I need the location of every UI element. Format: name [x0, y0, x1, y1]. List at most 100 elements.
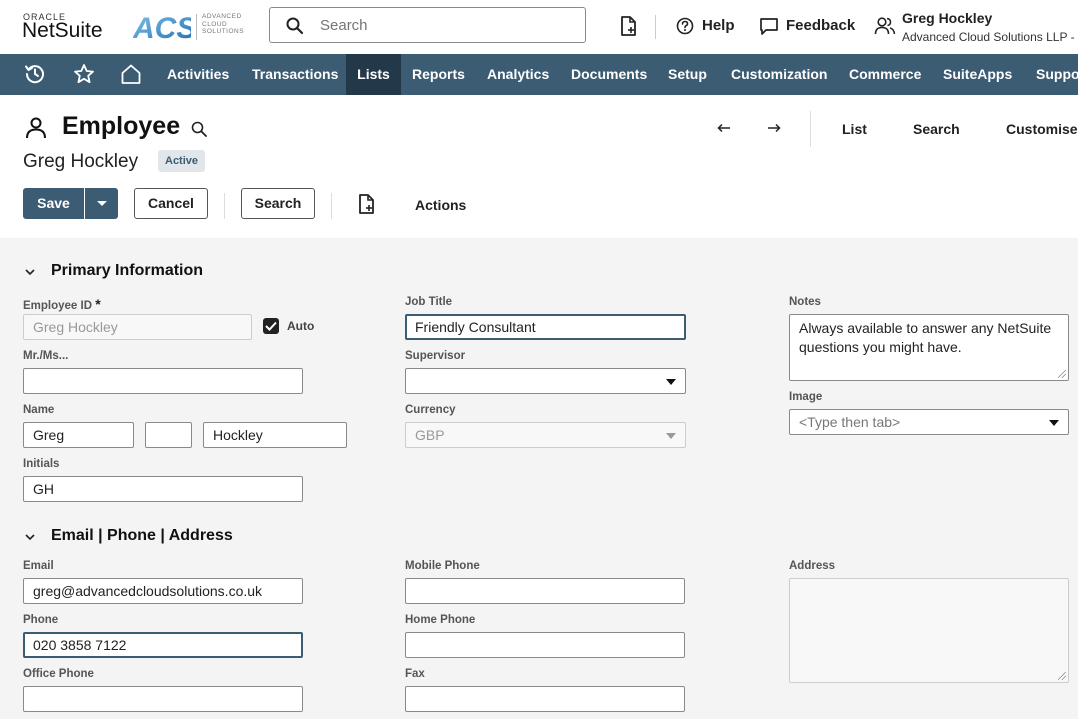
- nav-support[interactable]: Support: [1036, 54, 1078, 95]
- section-title-primary: Primary Information: [51, 262, 204, 279]
- image-label: Image: [789, 391, 823, 403]
- acs-line-2: CLOUD: [202, 20, 228, 28]
- user-company[interactable]: Advanced Cloud Solutions LLP -: [902, 30, 1075, 44]
- nav-analytics[interactable]: Analytics: [487, 54, 549, 95]
- header-link-divider: [810, 111, 811, 147]
- help-icon[interactable]: [676, 17, 694, 35]
- mobile-phone-label: Mobile Phone: [405, 560, 480, 572]
- nav-activities[interactable]: Activities: [167, 54, 229, 95]
- acs-line-1: ADVANCED: [202, 13, 242, 20]
- user-name[interactable]: Greg Hockley: [902, 10, 992, 26]
- employee-id-label-text: Employee ID: [23, 300, 93, 312]
- acs-logo-text: ADVANCED CLOUD SOLUTIONS: [202, 13, 244, 36]
- main-navigation: Activities Transactions Lists Reports An…: [0, 54, 1078, 95]
- previous-record-arrow-icon[interactable]: [717, 123, 731, 133]
- auto-label: Auto: [287, 319, 315, 333]
- global-search[interactable]: [269, 7, 586, 43]
- feedback-icon[interactable]: [759, 17, 779, 36]
- acs-logo: ACS: [133, 12, 191, 42]
- fax-label: Fax: [405, 668, 425, 680]
- logo-divider: [196, 14, 197, 40]
- record-name: Greg Hockley: [23, 151, 139, 172]
- save-options-dropdown-button[interactable]: [85, 188, 118, 219]
- nav-commerce[interactable]: Commerce: [849, 54, 921, 95]
- currency-select[interactable]: GBP: [405, 422, 686, 448]
- favorites-star-icon[interactable]: [73, 63, 95, 85]
- user-roles-icon[interactable]: [874, 16, 896, 36]
- nav-transactions[interactable]: Transactions: [252, 54, 338, 95]
- office-phone-field[interactable]: [23, 686, 303, 712]
- supervisor-label: Supervisor: [405, 350, 466, 362]
- nav-reports[interactable]: Reports: [412, 54, 465, 95]
- currency-label: Currency: [405, 404, 456, 416]
- mobile-phone-field[interactable]: [405, 578, 685, 604]
- next-record-arrow-icon[interactable]: [767, 123, 781, 133]
- recent-records-icon[interactable]: [24, 63, 46, 85]
- search-link[interactable]: Search: [913, 121, 960, 137]
- initials-label: Initials: [23, 458, 60, 470]
- notes-label: Notes: [789, 296, 821, 308]
- employee-id-label: Employee ID *: [23, 296, 101, 312]
- home-phone-label: Home Phone: [405, 614, 476, 626]
- chevron-down-icon: [25, 534, 35, 541]
- resize-handle-icon[interactable]: [1058, 672, 1066, 680]
- help-link[interactable]: Help: [702, 17, 735, 34]
- image-placeholder: <Type then tab>: [799, 414, 901, 430]
- nav-setup[interactable]: Setup: [668, 54, 707, 95]
- chevron-down-icon: [97, 201, 107, 206]
- currency-value: GBP: [415, 427, 445, 443]
- last-name-field[interactable]: Hockley: [203, 422, 347, 448]
- record-search-icon[interactable]: [191, 121, 207, 137]
- search-button[interactable]: Search: [241, 188, 315, 219]
- job-title-label: Job Title: [405, 296, 453, 308]
- employee-id-field[interactable]: Greg Hockley: [23, 314, 252, 340]
- acs-line-3: SOLUTIONS: [202, 28, 245, 35]
- page-title: Employee: [62, 112, 181, 140]
- notes-textarea[interactable]: Always available to answer any NetSuite …: [789, 314, 1069, 381]
- supervisor-select[interactable]: [405, 368, 686, 394]
- email-field[interactable]: greg@advancedcloudsolutions.co.uk: [23, 578, 303, 604]
- svg-text:ACS: ACS: [133, 12, 191, 42]
- home-phone-field[interactable]: [405, 632, 685, 658]
- initials-field[interactable]: GH: [23, 476, 303, 502]
- employee-icon: [26, 117, 46, 139]
- email-label: Email: [23, 560, 54, 572]
- dropdown-caret-icon: [666, 379, 676, 385]
- fax-field[interactable]: [405, 686, 685, 712]
- list-link[interactable]: List: [842, 121, 867, 137]
- header-divider: [655, 15, 656, 39]
- address-label: Address: [789, 560, 836, 572]
- section-title-contact: Email | Phone | Address: [51, 527, 233, 544]
- image-select[interactable]: <Type then tab>: [789, 409, 1069, 435]
- dropdown-caret-icon: [1049, 420, 1059, 426]
- save-button[interactable]: Save: [23, 188, 84, 219]
- actions-menu[interactable]: Actions: [415, 197, 466, 213]
- customise-link[interactable]: Customise: [1006, 121, 1078, 137]
- search-input[interactable]: [318, 16, 572, 35]
- auto-checkbox[interactable]: [263, 318, 279, 334]
- home-icon[interactable]: [120, 63, 142, 85]
- nav-suiteapps[interactable]: SuiteApps: [943, 54, 1012, 95]
- address-textarea[interactable]: [789, 578, 1069, 683]
- first-name-field[interactable]: Greg: [23, 422, 134, 448]
- record-header: Employee Greg Hockley Active List Search…: [0, 95, 1078, 238]
- job-title-field[interactable]: Friendly Consultant: [405, 314, 686, 340]
- new-document-icon[interactable]: [358, 194, 376, 214]
- nav-documents[interactable]: Documents: [571, 54, 647, 95]
- phone-label: Phone: [23, 614, 59, 626]
- cancel-button[interactable]: Cancel: [134, 188, 208, 219]
- middle-name-field[interactable]: [145, 422, 192, 448]
- salutation-field[interactable]: [23, 368, 303, 394]
- resize-handle-icon[interactable]: [1058, 370, 1066, 378]
- netsuite-logo[interactable]: NetSuite: [22, 19, 103, 43]
- salutation-label: Mr./Ms...: [23, 350, 69, 362]
- new-record-icon[interactable]: [620, 16, 638, 36]
- phone-field[interactable]: 020 3858 7122: [23, 632, 303, 658]
- feedback-link[interactable]: Feedback: [786, 17, 855, 34]
- nav-lists[interactable]: Lists: [346, 54, 401, 95]
- nav-customization[interactable]: Customization: [731, 54, 827, 95]
- required-asterisk: *: [95, 296, 101, 312]
- chevron-down-icon: [25, 269, 35, 276]
- toolbar-divider: [331, 193, 332, 219]
- search-icon: [286, 17, 304, 35]
